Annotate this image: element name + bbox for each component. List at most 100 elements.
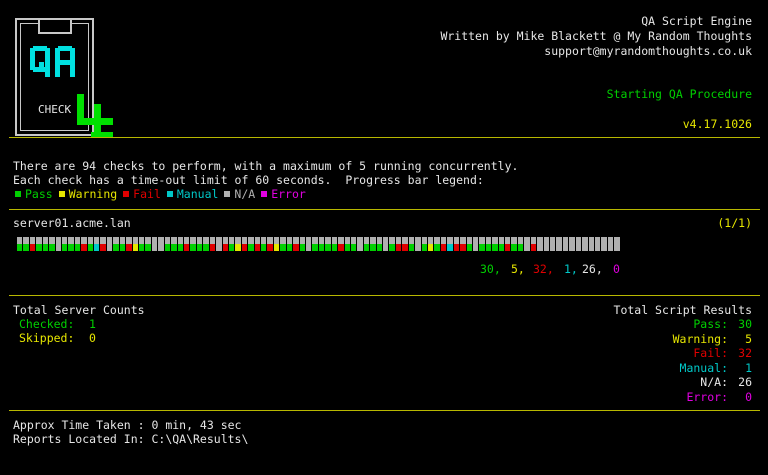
progress-legend: Pass Warning Fail Manual N/A Error — [13, 187, 306, 202]
result-value: 5 — [745, 331, 752, 346]
progress-cell — [216, 237, 222, 251]
count-fail: 32, — [533, 262, 554, 276]
progress-cell — [132, 237, 139, 251]
legend-label: Warning — [68, 187, 118, 201]
progress-cell — [575, 237, 582, 251]
progress-cell — [402, 237, 408, 251]
progress-cell — [460, 237, 466, 251]
legend-label: Error — [271, 187, 306, 201]
progress-cell — [530, 237, 537, 251]
progress-cell — [139, 237, 145, 251]
status-text: Starting QA Procedure — [606, 87, 752, 101]
version-text: v4.17.1026 — [682, 117, 752, 131]
progress-cell — [357, 237, 363, 251]
progress-cell — [415, 237, 421, 251]
progress-cell — [408, 237, 415, 251]
progress-cell — [344, 237, 350, 251]
progress-cell — [61, 237, 68, 251]
progress-bar — [17, 237, 621, 251]
result-value: 32 — [738, 346, 752, 360]
progress-cell — [286, 237, 293, 251]
progress-cell — [196, 237, 203, 251]
legend-swatch — [261, 191, 268, 197]
progress-cell — [562, 237, 569, 251]
progress-cell — [505, 237, 511, 251]
result-value: 0 — [745, 389, 752, 404]
result-label: Manual: — [679, 360, 728, 375]
skipped-label: Skipped: — [19, 331, 75, 345]
app-title: QA Script Engine — [641, 14, 752, 28]
progress-cell — [228, 237, 235, 251]
script-results-title: Total Script Results — [613, 303, 752, 317]
author-line: Written by Mike Blackett @ My Random Tho… — [440, 29, 752, 43]
progress-cell — [492, 237, 498, 251]
progress-cell — [331, 237, 338, 251]
result-label: Fail: — [693, 346, 728, 360]
count-manual: 1, — [564, 262, 578, 276]
progress-cell — [87, 237, 94, 251]
progress-cell — [74, 237, 81, 251]
progress-cell — [55, 237, 61, 251]
progress-cell — [434, 237, 440, 251]
progress-cell — [485, 237, 492, 251]
logo-four-graphic — [77, 94, 113, 138]
progress-cell — [273, 237, 280, 251]
progress-cell — [203, 237, 209, 251]
progress-cell — [376, 237, 383, 251]
time-taken: Approx Time Taken : 0 min, 43 sec — [13, 418, 242, 432]
progress-cell — [299, 237, 305, 251]
progress-cell — [305, 237, 312, 251]
progress-cell — [158, 237, 164, 251]
intro-line-1: There are 94 checks to perform, with a m… — [13, 159, 519, 173]
progress-cell — [171, 237, 177, 251]
legend-swatch — [58, 191, 65, 197]
progress-cell — [511, 237, 517, 251]
progress-cell — [588, 237, 594, 251]
progress-cell — [537, 237, 543, 251]
server-position: (1/1) — [717, 216, 752, 230]
legend-swatch — [166, 191, 173, 197]
progress-cell — [479, 237, 485, 251]
progress-cell — [254, 237, 261, 251]
progress-cell — [177, 237, 183, 251]
progress-cell — [164, 237, 171, 251]
count-error: 0 — [613, 262, 620, 276]
checked-value: 1 — [89, 317, 96, 331]
progress-cell — [325, 237, 331, 251]
progress-cell — [36, 237, 42, 251]
progress-cell — [389, 237, 395, 251]
legend-swatch — [224, 191, 231, 197]
progress-cell — [29, 237, 36, 251]
support-email: support@myrandomthoughts.co.uk — [544, 44, 752, 58]
result-value: 1 — [745, 360, 752, 375]
progress-cell — [261, 237, 267, 251]
divider — [9, 209, 760, 210]
progress-cell — [524, 237, 530, 251]
progress-cell — [350, 237, 357, 251]
progress-cell — [594, 237, 601, 251]
legend-label: Fail — [133, 187, 161, 201]
progress-cell — [126, 237, 132, 251]
progress-cell — [338, 237, 344, 251]
divider — [9, 137, 760, 138]
progress-cell — [293, 237, 299, 251]
progress-cell — [472, 237, 479, 251]
reports-location: Reports Located In: C:\QA\Results\ — [13, 432, 249, 446]
progress-cell — [248, 237, 254, 251]
progress-cell — [363, 237, 370, 251]
progress-cell — [94, 237, 100, 251]
progress-cell — [190, 237, 196, 251]
progress-cell — [209, 237, 216, 251]
progress-cell — [318, 237, 325, 251]
divider — [9, 410, 760, 411]
count-pass: 30, — [480, 262, 501, 276]
progress-cell — [421, 237, 427, 251]
progress-cell — [145, 237, 151, 251]
progress-cell — [466, 237, 472, 251]
server-counts-title: Total Server Counts — [13, 303, 145, 317]
progress-cell — [119, 237, 126, 251]
intro-line-2: Each check has a time-out limit of 60 se… — [13, 173, 484, 187]
result-label: Error: — [686, 389, 728, 404]
result-value: 26 — [738, 375, 752, 389]
progress-cell — [68, 237, 74, 251]
